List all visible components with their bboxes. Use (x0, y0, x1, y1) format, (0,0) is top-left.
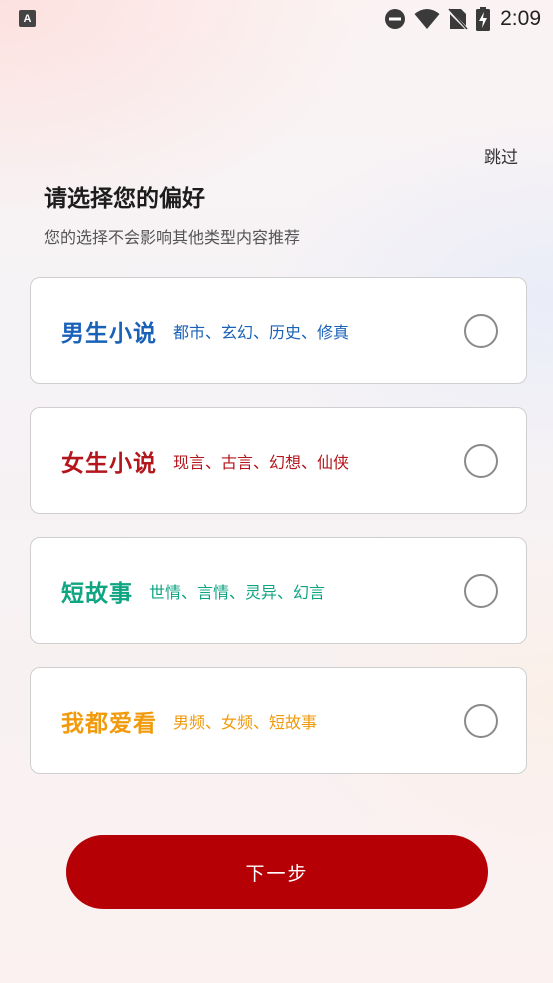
option-title: 短故事 (61, 580, 133, 607)
option-card-female-novel[interactable]: 女生小说 现言、古言、幻想、仙侠 (30, 407, 527, 514)
wifi-icon (414, 8, 440, 30)
status-icons: 2:09 (384, 7, 541, 31)
option-card-male-novel[interactable]: 男生小说 都市、玄幻、历史、修真 (30, 277, 527, 384)
do-not-disturb-icon (384, 8, 406, 30)
option-title: 女生小说 (61, 450, 157, 477)
option-card-short-story[interactable]: 短故事 世情、言情、灵异、幻言 (30, 537, 527, 644)
page-title: 请选择您的偏好 (44, 186, 205, 212)
no-sim-icon (448, 7, 469, 31)
skip-button[interactable]: 跳过 (484, 143, 518, 168)
radio-button[interactable] (464, 574, 498, 608)
option-tags: 男频、女频、短故事 (173, 712, 318, 732)
preference-options: 男生小说 都市、玄幻、历史、修真 女生小说 现言、古言、幻想、仙侠 短故事 世情… (30, 277, 527, 797)
page-subtitle: 您的选择不会影响其他类型内容推荐 (44, 228, 301, 247)
option-tags: 都市、玄幻、历史、修真 (173, 322, 350, 342)
status-bar: A 2:09 (0, 0, 553, 38)
radio-button[interactable] (464, 314, 498, 348)
option-tags: 世情、言情、灵异、幻言 (149, 582, 326, 602)
radio-button[interactable] (464, 444, 498, 478)
option-title: 男生小说 (61, 320, 157, 347)
option-card-love-all[interactable]: 我都爱看 男频、女频、短故事 (30, 667, 527, 774)
option-tags: 现言、古言、幻想、仙侠 (173, 452, 350, 472)
radio-button[interactable] (464, 704, 498, 738)
status-time: 2:09 (500, 7, 541, 30)
app-notification-icon: A (19, 10, 36, 27)
option-title: 我都爱看 (61, 710, 157, 737)
battery-charging-icon (476, 7, 491, 31)
next-step-button[interactable]: 下一步 (66, 835, 488, 909)
